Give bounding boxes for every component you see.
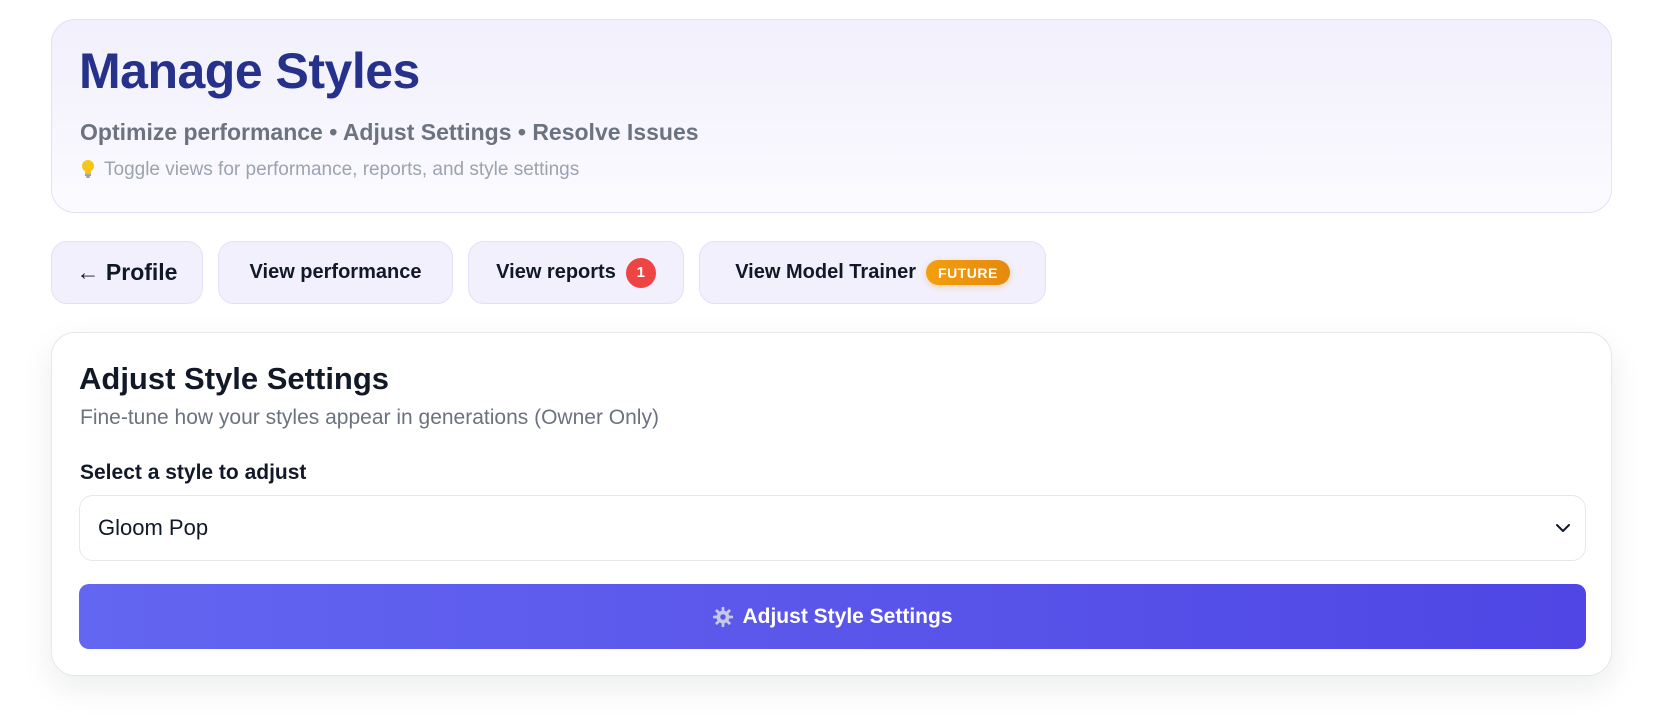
view-reports-button[interactable]: View reports 1 xyxy=(468,241,684,304)
adjust-style-settings-label: Adjust Style Settings xyxy=(742,604,953,628)
view-model-trainer-button[interactable]: View Model Trainer FUTURE xyxy=(699,241,1046,304)
card-title: Adjust Style Settings xyxy=(79,361,390,396)
hint-text: Toggle views for performance, reports, a… xyxy=(104,159,580,180)
chevron-down-icon xyxy=(1556,524,1570,532)
future-badge: FUTURE xyxy=(926,260,1010,285)
view-performance-button[interactable]: View performance xyxy=(218,241,453,304)
lightbulb-icon xyxy=(82,160,94,178)
header-hint: Toggle views for performance, reports, a… xyxy=(80,159,579,181)
style-select-value: Gloom Pop xyxy=(98,515,209,540)
reports-count-badge: 1 xyxy=(625,257,656,288)
style-select-label: Select a style to adjust xyxy=(80,461,307,484)
view-reports-label: View reports xyxy=(496,261,616,283)
style-select[interactable]: Gloom Pop xyxy=(79,495,1586,561)
view-model-trainer-label: View Model Trainer xyxy=(735,261,917,283)
profile-back-label: ← Profile xyxy=(76,259,178,285)
profile-back-button[interactable]: ← Profile xyxy=(51,241,203,304)
gear-icon xyxy=(713,606,734,627)
page-title: Manage Styles xyxy=(79,43,420,99)
manage-styles-page: Manage Styles Optimize performance • Adj… xyxy=(0,0,1666,724)
adjust-style-settings-button[interactable]: Adjust Style Settings xyxy=(79,584,1586,649)
adjust-settings-card: Adjust Style Settings Fine-tune how your… xyxy=(51,332,1612,676)
view-performance-label: View performance xyxy=(249,261,422,283)
card-description: Fine-tune how your styles appear in gene… xyxy=(80,406,659,429)
page-subtitle: Optimize performance • Adjust Settings •… xyxy=(80,119,699,145)
header-card: Manage Styles Optimize performance • Adj… xyxy=(51,19,1612,213)
